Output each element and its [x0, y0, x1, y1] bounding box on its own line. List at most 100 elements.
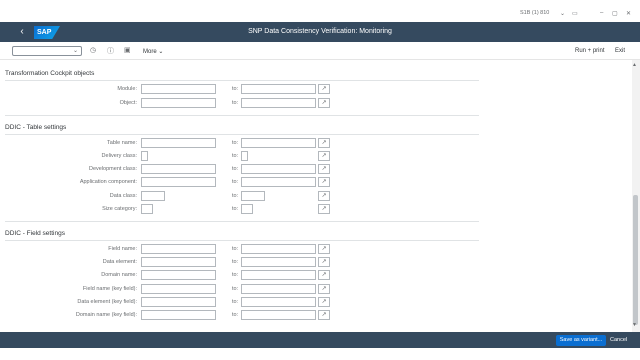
development-class-high-input[interactable] [241, 164, 316, 174]
save-icon[interactable]: ▣ [124, 46, 131, 54]
delivery-class-low-input[interactable] [141, 151, 148, 161]
data-element-key-high-input[interactable] [241, 297, 316, 307]
module-low-input[interactable] [141, 84, 216, 94]
multiple-selection-icon[interactable]: ↗ [318, 177, 330, 187]
size-category-low-input[interactable] [141, 204, 153, 214]
scrollbar-thumb[interactable] [633, 195, 638, 325]
selection-screen: Transformation Cockpit objects Module: t… [0, 60, 632, 332]
multiple-selection-icon[interactable]: ↗ [318, 257, 330, 267]
chevron-down-icon: ⌄ [72, 48, 78, 54]
field-label-object: Object: [119, 100, 137, 106]
application-component-low-input[interactable] [141, 177, 216, 187]
table-name-low-input[interactable] [141, 138, 216, 148]
field-label-module: Module: [117, 86, 137, 92]
field-name-key-low-input[interactable] [141, 284, 216, 294]
field-label-field-name: Field name: [108, 246, 137, 252]
field-label-delivery-class: Delivery class: [101, 153, 137, 159]
size-category-high-input[interactable] [241, 204, 253, 214]
domain-name-low-input[interactable] [141, 270, 216, 280]
divider [5, 221, 479, 222]
system-info: S1B (1) 810 [520, 10, 550, 16]
to-label: to: [232, 153, 239, 159]
system-bar: S1B (1) 810 ⌄ ▭ – ▢ ✕ [0, 0, 640, 22]
field-name-high-input[interactable] [241, 244, 316, 254]
divider [5, 240, 479, 241]
domain-name-key-high-input[interactable] [241, 310, 316, 320]
field-label-domain-name: Domain name: [101, 272, 137, 278]
multiple-selection-icon[interactable]: ↗ [318, 244, 330, 254]
multiple-selection-icon[interactable]: ↗ [318, 270, 330, 280]
field-name-low-input[interactable] [141, 244, 216, 254]
footer-bottom-strip [0, 348, 640, 360]
multiple-selection-icon[interactable]: ↗ [318, 204, 330, 214]
shell-header: ‹ SAP SNP Data Consistency Verification:… [0, 22, 640, 42]
field-label-data-element-key: Data element (key field): [77, 299, 137, 305]
close-icon[interactable]: ✕ [626, 10, 631, 17]
multiple-selection-icon[interactable]: ↗ [318, 164, 330, 174]
to-label: to: [232, 166, 239, 172]
field-label-table-name: Table name: [107, 140, 137, 146]
multiple-selection-icon[interactable]: ↗ [318, 310, 330, 320]
section-title-cockpit: Transformation Cockpit objects [5, 70, 95, 77]
scroll-up-icon[interactable]: ▲ [632, 62, 637, 68]
module-high-input[interactable] [241, 84, 316, 94]
to-label: to: [232, 259, 239, 265]
object-low-input[interactable] [141, 98, 216, 108]
domain-name-key-low-input[interactable] [141, 310, 216, 320]
to-label: to: [232, 246, 239, 252]
section-title-ddic-field: DDIC - Field settings [5, 230, 65, 237]
to-label: to: [232, 206, 239, 212]
data-class-high-input[interactable] [241, 191, 265, 201]
multiple-selection-icon[interactable]: ↗ [318, 191, 330, 201]
table-name-high-input[interactable] [241, 138, 316, 148]
to-label: to: [232, 86, 239, 92]
field-name-key-high-input[interactable] [241, 284, 316, 294]
field-label-development-class: Development class: [89, 166, 137, 172]
object-high-input[interactable] [241, 98, 316, 108]
exit-button[interactable]: Exit [615, 48, 625, 54]
to-label: to: [232, 179, 239, 185]
scroll-down-icon[interactable]: ▼ [632, 322, 637, 328]
history-icon[interactable]: ◷ [90, 46, 96, 54]
data-element-low-input[interactable] [141, 257, 216, 267]
divider [5, 134, 479, 135]
multiple-selection-icon[interactable]: ↗ [318, 84, 330, 94]
section-title-ddic-table: DDIC - Table settings [5, 124, 67, 131]
minimize-icon[interactable]: – [600, 10, 603, 16]
application-component-high-input[interactable] [241, 177, 316, 187]
field-label-domain-name-key: Domain name (key field): [75, 312, 137, 318]
to-label: to: [232, 193, 239, 199]
to-label: to: [232, 299, 239, 305]
to-label: to: [232, 140, 239, 146]
page-title: SNP Data Consistency Verification: Monit… [248, 28, 392, 35]
chevron-down-icon[interactable]: ⌄ [560, 10, 565, 17]
multiple-selection-icon[interactable]: ↗ [318, 98, 330, 108]
data-element-high-input[interactable] [241, 257, 316, 267]
field-label-size-category: Size category: [102, 206, 137, 212]
screen-icon[interactable]: ▭ [572, 10, 578, 17]
to-label: to: [232, 312, 239, 318]
divider [5, 80, 479, 81]
data-element-key-low-input[interactable] [141, 297, 216, 307]
toolbar: ⌄ ◷ ⓘ ▣ More ⌄ Run + print Exit [0, 42, 640, 60]
multiple-selection-icon[interactable]: ↗ [318, 151, 330, 161]
maximize-icon[interactable]: ▢ [612, 10, 618, 17]
field-label-data-element: Data element: [102, 259, 137, 265]
data-class-low-input[interactable] [141, 191, 165, 201]
development-class-low-input[interactable] [141, 164, 216, 174]
save-as-variant-button[interactable]: Save as variant... [556, 335, 606, 346]
multiple-selection-icon[interactable]: ↗ [318, 284, 330, 294]
run-print-button[interactable]: Run + print [575, 48, 605, 54]
cancel-button[interactable]: Cancel [610, 337, 627, 343]
multiple-selection-icon[interactable]: ↗ [318, 138, 330, 148]
more-menu-button[interactable]: More ⌄ [143, 48, 163, 55]
info-icon[interactable]: ⓘ [107, 46, 114, 56]
field-label-field-name-key: Field name (key field): [82, 286, 137, 292]
to-label: to: [232, 286, 239, 292]
domain-name-high-input[interactable] [241, 270, 316, 280]
delivery-class-high-input[interactable] [241, 151, 248, 161]
footer-bar: Save as variant... Cancel [0, 332, 640, 360]
multiple-selection-icon[interactable]: ↗ [318, 297, 330, 307]
field-label-data-class: Data class: [109, 193, 137, 199]
variant-select[interactable]: ⌄ [12, 46, 82, 56]
